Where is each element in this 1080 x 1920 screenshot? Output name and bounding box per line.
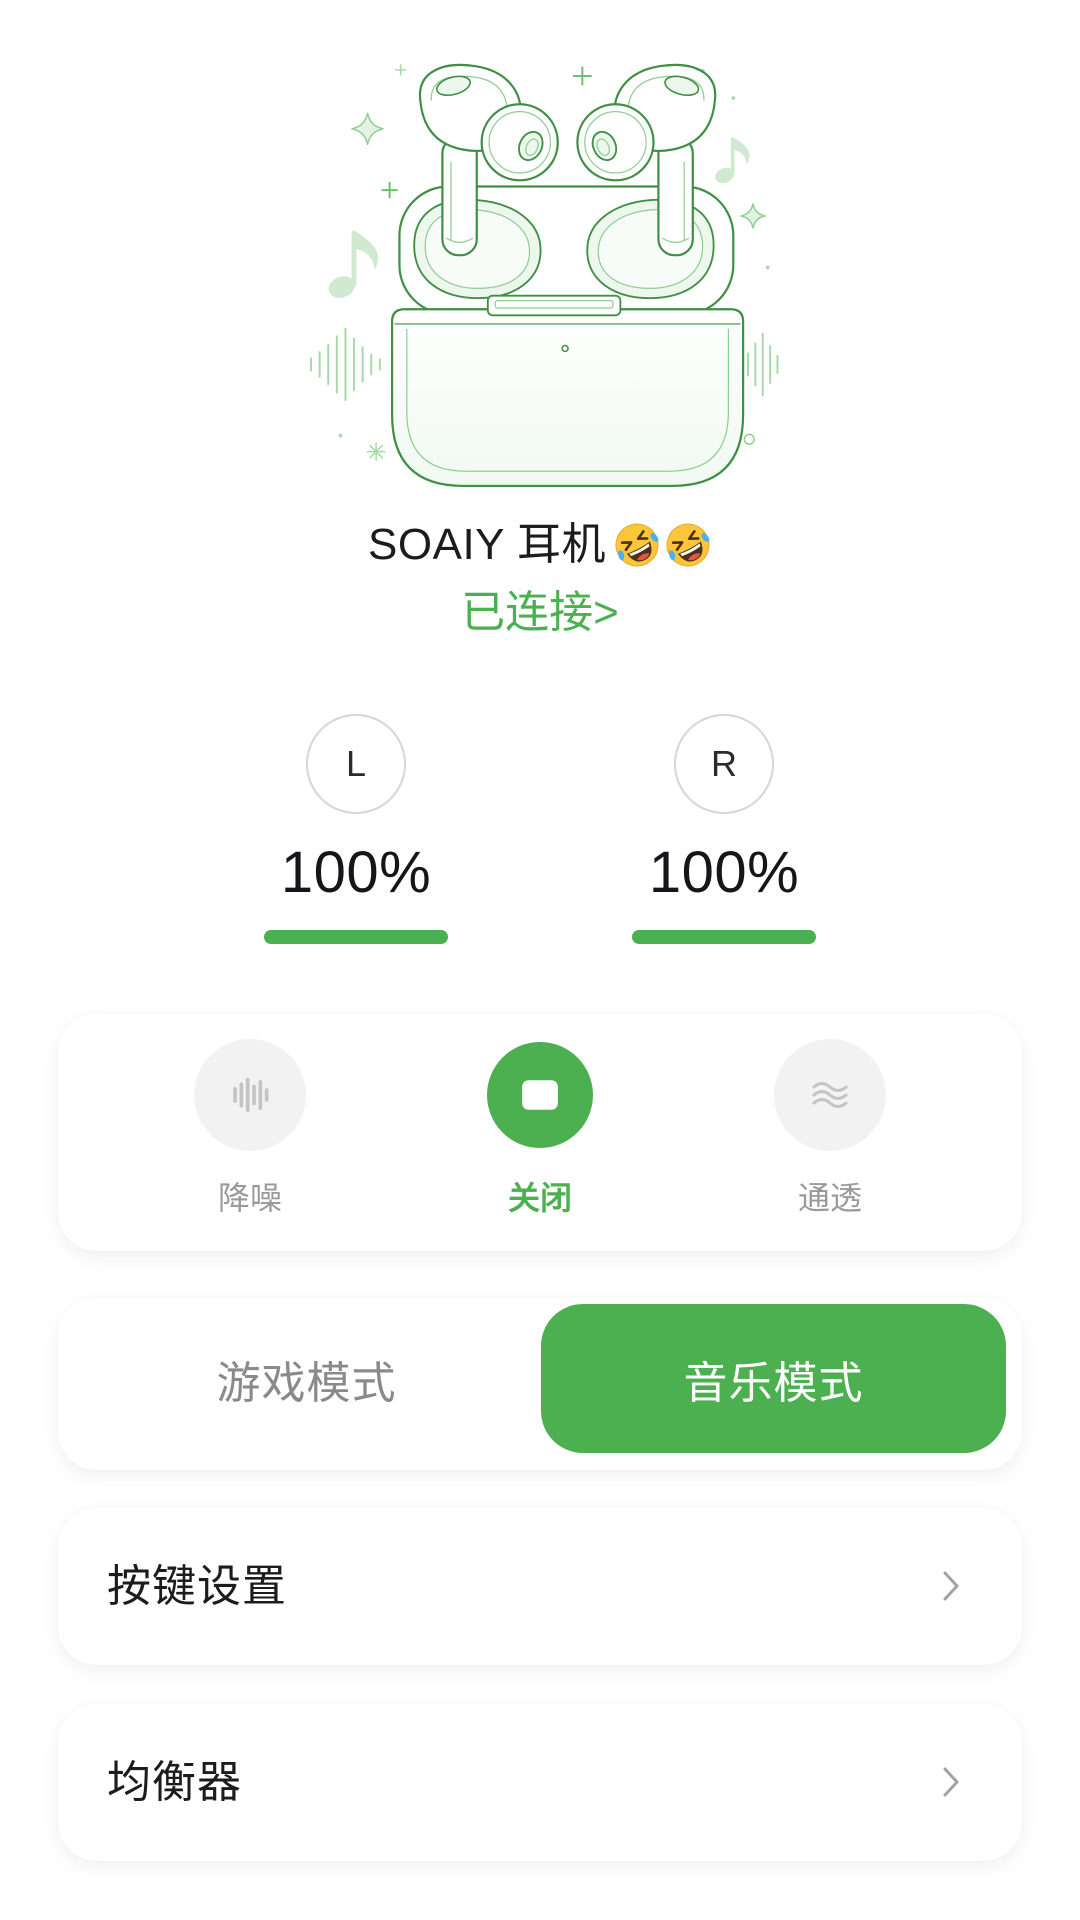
music-note-left-icon — [328, 230, 378, 299]
right-side-badge: R — [674, 714, 774, 814]
chevron-right-icon — [943, 1767, 959, 1797]
right-earbud-battery: R 100% — [604, 714, 844, 954]
transparency-waves-icon — [812, 1082, 848, 1108]
chevron-right-icon — [943, 1571, 959, 1601]
right-battery-bar — [632, 930, 816, 944]
button-settings-row[interactable]: 按键设置 — [58, 1508, 1022, 1665]
noise-cancellation-waveform-icon — [233, 1077, 269, 1113]
earbuds-case-illustration — [310, 63, 779, 488]
noise-cancellation-label: 降噪 — [217, 1180, 282, 1216]
noise-cancellation-option[interactable]: 降噪 — [140, 1034, 360, 1234]
transparency-label: 通透 — [797, 1180, 862, 1216]
rolling-on-the-floor-laughing-emoji-icon — [615, 523, 659, 567]
noise-control-off-button[interactable] — [487, 1042, 593, 1148]
rolling-on-the-floor-laughing-emoji-icon — [666, 523, 710, 567]
right-pocket — [586, 198, 715, 300]
case-hinge — [486, 294, 622, 317]
left-battery-bar-fill — [264, 930, 448, 944]
transparency-button[interactable] — [774, 1039, 886, 1151]
sparkle-icon — [740, 203, 766, 229]
earbuds-app-screen: SOAIY 耳机 已连接> L 100% R 100% 降噪 关闭 通透 游戏模… — [0, 0, 1080, 1920]
asterisk-sparkle-icon — [366, 442, 386, 461]
equalizer-row[interactable]: 均衡器 — [58, 1704, 1022, 1861]
stop-square-icon — [522, 1080, 558, 1110]
case-body — [390, 294, 745, 488]
equalizer-label: 均衡器 — [107, 1758, 242, 1807]
music-mode-option[interactable]: 音乐模式 — [541, 1304, 1006, 1453]
noise-cancellation-button[interactable] — [194, 1039, 306, 1151]
sparkle-icon — [351, 112, 384, 145]
device-name: SOAIY 耳机 — [368, 520, 606, 569]
right-battery-percent: 100% — [648, 840, 800, 905]
noise-control-card: 降噪 关闭 通透 — [58, 1014, 1022, 1251]
sound-wave-left-icon — [310, 327, 381, 402]
plus-sparkle-icon — [394, 64, 407, 76]
ring-decoration-icon — [743, 433, 755, 445]
left-earbud-battery: L 100% — [236, 714, 476, 954]
device-title: SOAIY 耳机 — [0, 518, 1080, 572]
noise-control-off-option[interactable]: 关闭 — [430, 1034, 650, 1234]
left-battery-bar — [264, 930, 448, 944]
sound-wave-right-icon — [747, 332, 779, 397]
noise-control-off-label: 关闭 — [507, 1180, 572, 1216]
transparency-option[interactable]: 通透 — [720, 1034, 940, 1234]
connection-status-link[interactable]: 已连接> — [0, 588, 1080, 638]
sound-mode-switch: 游戏模式 音乐模式 — [58, 1298, 1022, 1470]
game-mode-option[interactable]: 游戏模式 — [74, 1304, 539, 1453]
right-battery-bar-fill — [632, 930, 816, 944]
music-note-right-icon — [715, 137, 750, 184]
left-battery-percent: 100% — [280, 840, 432, 905]
button-settings-label: 按键设置 — [107, 1562, 287, 1611]
left-side-badge: L — [306, 714, 406, 814]
